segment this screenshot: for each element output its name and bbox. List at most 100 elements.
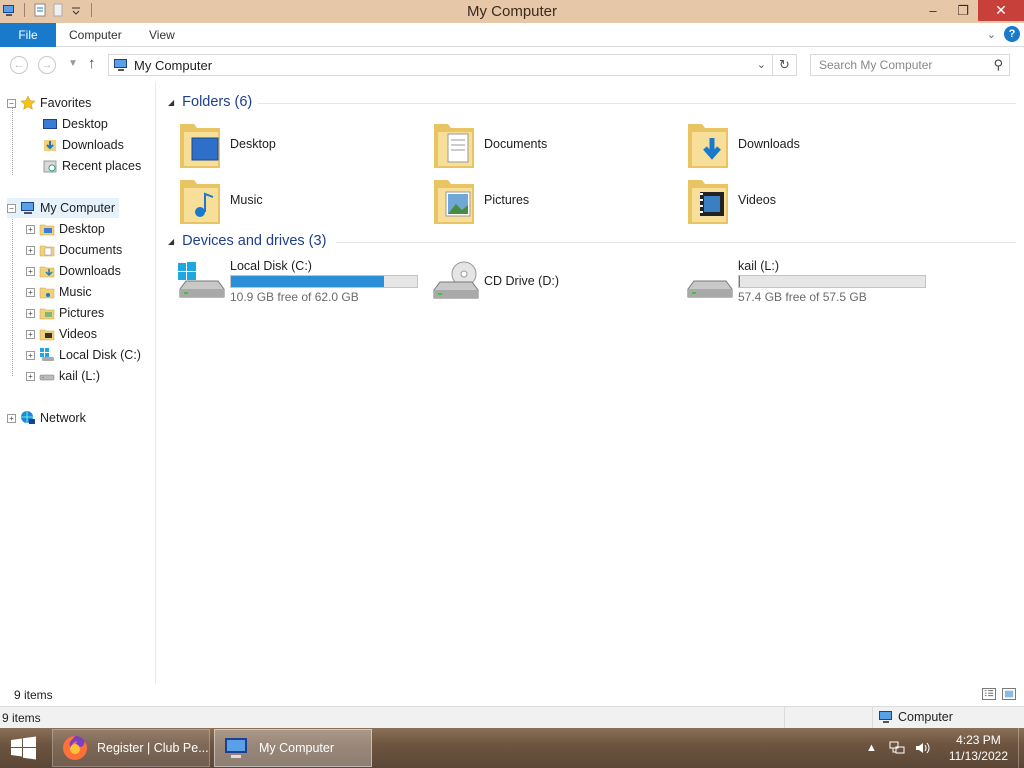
restore-button[interactable]: ❐ xyxy=(948,0,978,21)
window-controls: – ❐ ✕ xyxy=(918,0,1024,21)
tab-file[interactable]: File xyxy=(0,23,56,47)
up-button[interactable]: ↑ xyxy=(88,55,96,72)
folder-tile-downloads[interactable]: Downloads xyxy=(686,118,800,170)
tree-item-downloads[interactable]: + Downloads xyxy=(26,261,121,281)
expand-ribbon-icon[interactable]: ⌄ xyxy=(987,28,996,41)
drive-tile-kail[interactable]: kail (L:) 57.4 GB free of 57.5 GB xyxy=(684,259,926,304)
folder-icon xyxy=(39,245,55,257)
drive-tile-local-disk[interactable]: Local Disk (C:) 10.9 GB free of 62.0 GB xyxy=(176,259,418,304)
clock-time: 4:23 PM xyxy=(956,733,1001,747)
tree-item-local-disk[interactable]: + Local Disk (C:) xyxy=(26,345,141,365)
tree-label: Downloads xyxy=(59,264,121,278)
folder-tile-pictures[interactable]: Pictures xyxy=(432,174,529,226)
folder-icon xyxy=(39,287,55,299)
clock-date: 11/13/2022 xyxy=(948,749,1008,763)
computer-icon xyxy=(21,202,34,214)
details-view-icon[interactable] xyxy=(982,688,996,700)
tree-label: Desktop xyxy=(59,222,105,236)
expand-toggle[interactable]: + xyxy=(26,266,35,276)
drive-tile-cd-drive[interactable]: CD Drive (D:) xyxy=(430,260,559,304)
folder-tile-music[interactable]: Music xyxy=(178,174,263,226)
tree-label: Music xyxy=(59,285,92,299)
content-area: ◢ Folders (6) Desktop Documents Download… xyxy=(160,82,1024,684)
star-icon xyxy=(20,95,36,110)
drive-free-space: 57.4 GB free of 57.5 GB xyxy=(738,290,867,304)
collapse-toggle[interactable]: − xyxy=(7,98,16,108)
expand-toggle[interactable]: + xyxy=(26,308,35,318)
help-icon[interactable]: ? xyxy=(1004,26,1020,42)
expand-toggle[interactable]: + xyxy=(26,287,35,297)
tree-item-desktop[interactable]: + Desktop xyxy=(26,219,105,239)
videos-folder-icon xyxy=(688,180,728,224)
drive-free-space: 10.9 GB free of 62.0 GB xyxy=(230,290,359,304)
expand-toggle[interactable]: + xyxy=(26,371,35,381)
tree-label: Favorites xyxy=(40,96,92,110)
expand-toggle[interactable]: + xyxy=(7,413,16,423)
tree-item-music[interactable]: + Music xyxy=(26,282,92,302)
tree-item-fav-desktop[interactable]: Desktop xyxy=(42,114,108,134)
network-status-icon[interactable] xyxy=(889,741,905,755)
collapse-arrow-icon[interactable]: ◢ xyxy=(168,98,174,107)
search-input[interactable]: Search My Computer ⚲ xyxy=(810,54,1010,76)
collapse-toggle[interactable]: − xyxy=(7,203,16,213)
address-bar[interactable]: My Computer ⌄ xyxy=(108,54,773,76)
tab-view[interactable]: View xyxy=(149,28,175,42)
tree-label: Desktop xyxy=(62,117,108,131)
tree-network[interactable]: + Network xyxy=(7,408,86,428)
drive-usage-fill xyxy=(231,276,384,287)
collapse-arrow-icon[interactable]: ◢ xyxy=(168,237,174,246)
show-desktop-button[interactable] xyxy=(1018,728,1024,768)
tree-label: kail (L:) xyxy=(59,369,100,383)
tree-label: Pictures xyxy=(59,306,105,320)
tree-label: Network xyxy=(40,411,86,425)
expand-toggle[interactable]: + xyxy=(26,350,35,360)
search-icon[interactable]: ⚲ xyxy=(993,57,1003,73)
zone-indicator: Computer xyxy=(878,710,953,724)
folder-tile-documents[interactable]: Documents xyxy=(432,118,547,170)
large-icons-view-icon[interactable] xyxy=(1002,688,1016,700)
taskbar-button-my-computer[interactable]: My Computer xyxy=(214,729,372,767)
folder-name: Music xyxy=(230,193,263,207)
group-folders[interactable]: ◢ Folders (6) xyxy=(168,94,252,110)
drive-icon xyxy=(39,374,55,381)
taskbar-label: Register | Club Pe... xyxy=(97,741,209,755)
tree-label: Downloads xyxy=(62,138,124,152)
network-icon xyxy=(21,411,35,424)
window-title: My Computer xyxy=(466,3,558,20)
forward-button[interactable]: → xyxy=(38,56,56,74)
recent-locations-button[interactable]: ▼ xyxy=(68,58,78,69)
tree-item-kail[interactable]: + kail (L:) xyxy=(26,366,100,386)
back-button[interactable]: ← xyxy=(10,56,28,74)
tree-item-documents[interactable]: + Documents xyxy=(26,240,122,260)
address-dropdown-icon[interactable]: ⌄ xyxy=(757,58,766,71)
tree-favorites[interactable]: − Favorites xyxy=(7,93,91,113)
drive-name: CD Drive (D:) xyxy=(484,274,559,288)
tree-item-recent-places[interactable]: Recent places xyxy=(42,156,141,176)
drive-name: Local Disk (C:) xyxy=(230,259,312,273)
tree-item-videos[interactable]: + Videos xyxy=(26,324,97,344)
expand-toggle[interactable]: + xyxy=(26,329,35,339)
expand-toggle[interactable]: + xyxy=(26,245,35,255)
group-title: Devices and drives (3) xyxy=(182,233,327,249)
close-button[interactable]: ✕ xyxy=(978,0,1024,21)
windows-logo-icon[interactable] xyxy=(8,736,40,760)
show-hidden-icons-icon[interactable]: ▲ xyxy=(866,742,877,754)
desktop-folder-icon xyxy=(180,124,220,168)
tree-item-pictures[interactable]: + Pictures xyxy=(26,303,104,323)
tab-computer[interactable]: Computer xyxy=(69,28,122,42)
folder-tile-desktop[interactable]: Desktop xyxy=(178,118,276,170)
refresh-button[interactable]: ↻ xyxy=(773,54,797,76)
tree-my-computer[interactable]: − My Computer xyxy=(7,198,120,218)
clock[interactable]: 4:23 PM 11/13/2022 xyxy=(949,732,1008,764)
music-folder-icon xyxy=(180,180,220,224)
downloads-folder-icon xyxy=(688,124,728,168)
status-divider xyxy=(872,707,873,729)
tree-item-fav-downloads[interactable]: Downloads xyxy=(42,135,124,155)
drive-info: CD Drive (D:) xyxy=(484,260,559,290)
expand-toggle[interactable]: + xyxy=(26,224,35,234)
taskbar-button-firefox[interactable]: Register | Club Pe... xyxy=(52,729,210,767)
volume-icon[interactable] xyxy=(915,741,931,755)
folder-tile-videos[interactable]: Videos xyxy=(686,174,776,226)
minimize-button[interactable]: – xyxy=(918,0,948,21)
group-devices[interactable]: ◢ Devices and drives (3) xyxy=(168,233,326,249)
